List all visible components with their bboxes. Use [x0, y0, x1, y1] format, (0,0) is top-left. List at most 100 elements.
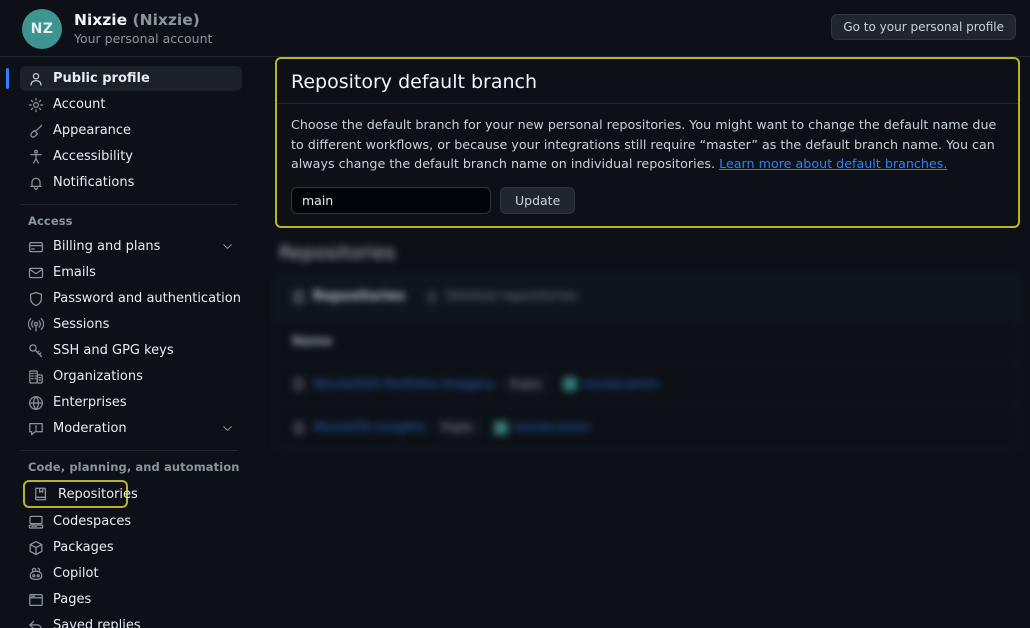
sidebar-item-billing-and-plans[interactable]: Billing and plans: [20, 234, 242, 259]
owner-avatar: [494, 420, 509, 435]
gear-icon: [28, 97, 44, 112]
account-name-text: Nixzie: [74, 11, 128, 29]
sidebar-item-moderation[interactable]: Moderation: [20, 416, 242, 441]
repositories-tab[interactable]: Deleted repositories: [425, 289, 578, 305]
chevron-down-icon: [223, 426, 232, 431]
sidebar-item-appearance[interactable]: Appearance: [20, 118, 242, 143]
learn-more-default-branches-link[interactable]: Learn more about default branches.: [719, 156, 947, 171]
paintbrush-icon: [30, 124, 43, 138]
sidebar-item-organizations[interactable]: Organizations: [20, 364, 242, 389]
sidebar-item-label: Pages: [53, 592, 92, 607]
pages-icon: [29, 593, 43, 606]
comment-alert-icon: [29, 422, 43, 435]
sidebar-item-enterprises[interactable]: Enterprises: [20, 390, 242, 415]
sidebar-item-emails[interactable]: Emails: [20, 260, 242, 285]
sidebar-item-public-profile[interactable]: Public profile: [6, 66, 242, 91]
key-icon: [29, 343, 43, 357]
globe-icon: [29, 395, 43, 410]
sidebar-item-label: Billing and plans: [53, 239, 161, 254]
account-handle: (Nixzie): [132, 11, 200, 29]
sidebar-item-label: Moderation: [53, 421, 127, 436]
sidebar-item-label: Codespaces: [53, 514, 132, 529]
repo-icon: [293, 421, 304, 434]
sidebar-item-codespaces[interactable]: Codespaces: [20, 509, 242, 534]
mail-icon: [28, 267, 44, 278]
sidebar-item-packages[interactable]: Packages: [20, 535, 242, 560]
sidebar-item-label: Saved replies: [53, 618, 141, 628]
repositories-tablist: Repositories Deleted repositories: [276, 275, 1019, 320]
update-button[interactable]: Update: [500, 187, 576, 215]
repositories-list: NixzieOSX-Portfolio-Imagery Public nixziec…: [276, 363, 1019, 450]
repositories-tab-label: Deleted repositories: [445, 289, 578, 305]
sidebar-item-label: Copilot: [53, 566, 99, 581]
page-header: NZ Nixzie (Nixzie) Your personal account…: [0, 0, 1030, 57]
broadcast-icon: [28, 317, 44, 332]
go-to-personal-profile-button[interactable]: Go to your personal profile: [831, 14, 1016, 40]
sidebar-item-notifications[interactable]: Notifications: [20, 170, 242, 195]
trash-icon: [426, 291, 438, 302]
visibility-badge: Public: [433, 419, 483, 437]
owner-name-link[interactable]: nixziecomm: [582, 377, 659, 392]
table-row[interactable]: NixzieOSX-Portfolio-Imagery Public nixziec…: [276, 363, 1019, 407]
sidebar-item-label: Emails: [53, 265, 96, 280]
sidebar-item-sessions[interactable]: Sessions: [20, 312, 242, 337]
sidebar-item-copilot[interactable]: Copilot: [20, 561, 242, 586]
main-content: Repository default branch Choose the def…: [275, 57, 1020, 451]
sidebar-item-label: Appearance: [53, 123, 132, 138]
sidebar-item-pages[interactable]: Pages: [20, 587, 242, 612]
sidebar-item-label: Sessions: [53, 317, 110, 332]
sidebar-item-label: Accessibility: [53, 149, 133, 164]
sidebar-item-label: SSH and GPG keys: [53, 343, 174, 358]
repositories-tab[interactable]: Repositories: [292, 289, 405, 304]
package-icon: [29, 540, 43, 555]
sidebar-item-password-and-authentication[interactable]: Password and authentication: [20, 286, 242, 311]
sidebar-divider-2: [20, 450, 238, 451]
sidebar-item-saved-replies[interactable]: Saved replies: [20, 613, 242, 628]
sidebar-item-label: Organizations: [53, 369, 143, 384]
repo-icon: [35, 487, 47, 501]
repository-owner[interactable]: nixziecomm: [494, 420, 590, 435]
repository-owner[interactable]: nixziecomm: [562, 377, 659, 392]
owner-avatar: [562, 377, 577, 392]
settings-sidebar: Public profile Account Appearance Accessibi…: [0, 57, 258, 628]
sidebar-access-group: Billing and plans Emails Password and auth…: [0, 234, 258, 441]
repositories-tab-label: Repositories: [313, 289, 405, 305]
sidebar-divider-1: [20, 204, 238, 205]
sidebar-item-ssh-and-gpg-keys[interactable]: SSH and GPG keys: [20, 338, 242, 363]
organization-icon: [29, 369, 43, 384]
repository-default-branch-card: Repository default branch Choose the def…: [275, 57, 1020, 229]
sidebar-item-label: Account: [53, 97, 106, 112]
shield-icon: [29, 291, 43, 306]
bell-icon: [30, 177, 42, 190]
repository-name-link[interactable]: NixzieOSX-Portfolio-Imagery: [314, 377, 494, 392]
repositories-panel: Repositories Deleted repositories Name Ni…: [275, 274, 1020, 451]
avatar: NZ: [22, 9, 62, 49]
default-branch-input[interactable]: [291, 187, 491, 215]
table-row[interactable]: NixzieOS-Insights Public nixziecomm: [276, 406, 1019, 450]
sidebar-item-label: Packages: [53, 540, 114, 555]
visibility-badge: Public: [502, 375, 551, 393]
person-icon: [30, 72, 42, 86]
copilot-icon: [29, 567, 43, 580]
repositories-section: Repositories Repositories Deleted reposit…: [275, 242, 1020, 451]
accessibility-icon: [30, 149, 42, 164]
card-description: Choose the default branch for your new p…: [277, 104, 1018, 174]
sidebar-primary-group: Public profile Account Appearance Accessibi…: [0, 66, 258, 195]
sidebar-item-label: Repositories: [58, 486, 138, 502]
owner-name-link[interactable]: nixziecomm: [513, 420, 590, 435]
repository-name-link[interactable]: NixzieOS-Insights: [314, 420, 426, 435]
sidebar-group-title-code: Code, planning, and automation: [28, 460, 240, 474]
account-name: Nixzie (Nixzie): [74, 11, 200, 29]
repositories-heading: Repositories: [279, 242, 396, 265]
sidebar-item-label: Notifications: [53, 175, 135, 190]
sidebar-item-label: Public profile: [53, 71, 150, 86]
sidebar-item-label: Password and authentication: [53, 291, 241, 306]
sidebar-item-repositories[interactable]: Repositories: [23, 480, 138, 508]
repo-icon: [293, 378, 304, 390]
repo-icon: [293, 290, 304, 303]
chevron-down-icon: [223, 244, 232, 249]
sidebar-item-label: Enterprises: [53, 395, 127, 410]
sidebar-item-accessibility[interactable]: Accessibility: [20, 144, 242, 169]
sidebar-item-account[interactable]: Account: [20, 92, 242, 117]
account-subtitle: Your personal account: [74, 31, 213, 46]
